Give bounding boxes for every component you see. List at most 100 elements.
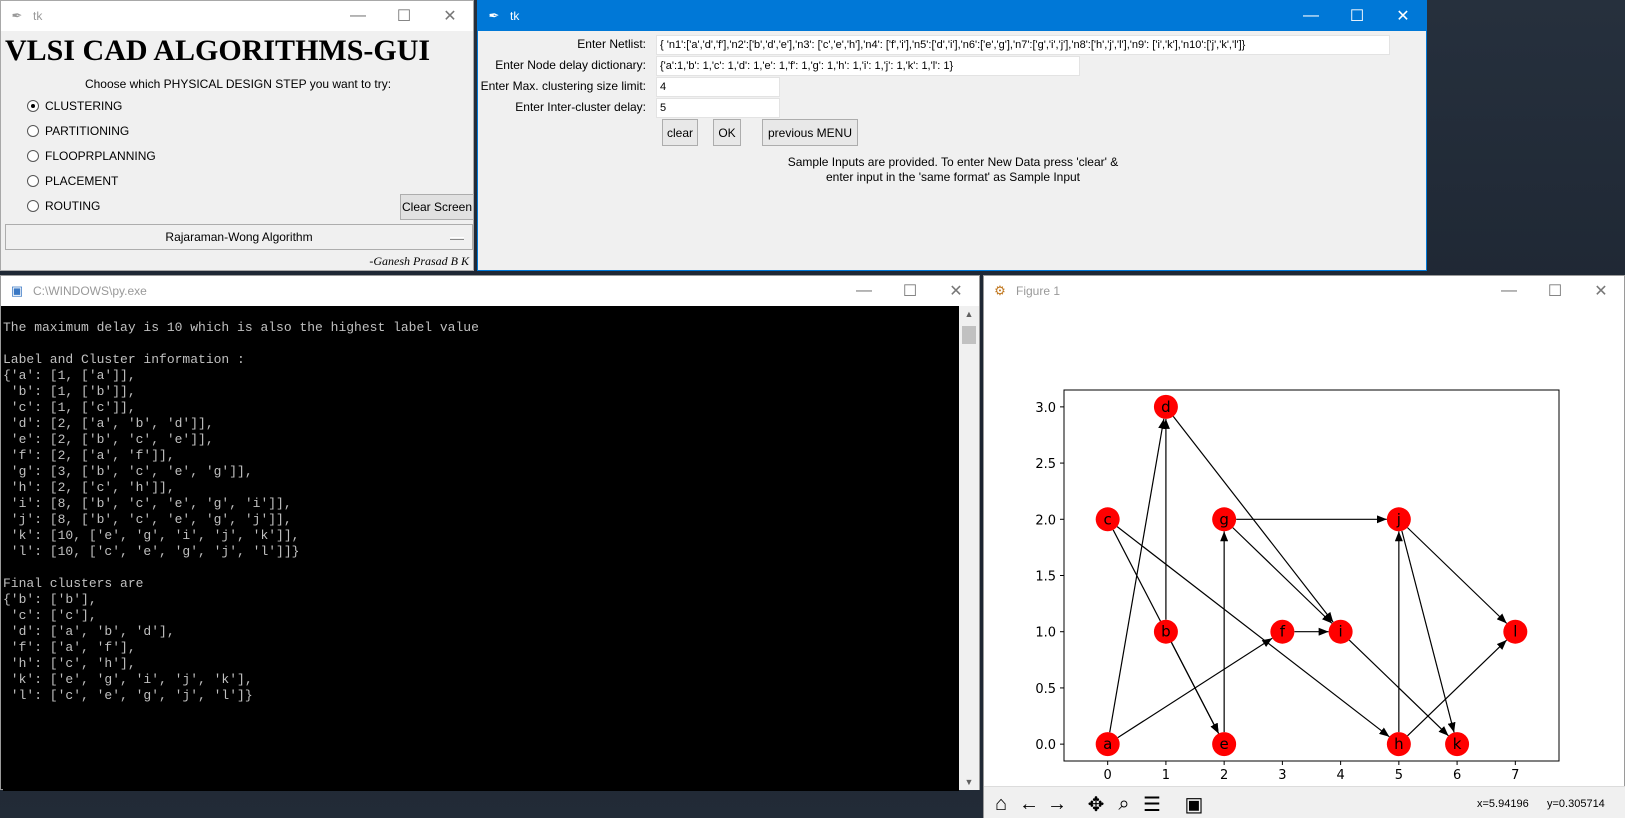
radio-unselected-icon[interactable] xyxy=(27,150,39,162)
graph-node-label: a xyxy=(1103,735,1112,753)
cluster-size-field[interactable] xyxy=(656,77,780,97)
app-heading: VLSI CAD ALGORITHMS-GUI xyxy=(5,34,431,67)
console-scrollbar[interactable]: ▲ ▼ xyxy=(959,306,979,790)
inter-cluster-delay-field[interactable] xyxy=(656,98,780,118)
clear-screen-button[interactable]: Clear Screen xyxy=(400,194,474,220)
forward-icon[interactable]: → xyxy=(1044,791,1070,817)
graph-node-label: k xyxy=(1453,735,1462,753)
maximize-button[interactable]: ☐ xyxy=(1334,1,1380,31)
netlist-label: Enter Netlist: xyxy=(577,37,646,51)
maximize-button[interactable]: ☐ xyxy=(1532,276,1578,306)
close-button[interactable]: ✕ xyxy=(1578,276,1624,306)
home-icon[interactable]: ⌂ xyxy=(988,791,1014,817)
delay-label: Enter Node delay dictionary: xyxy=(495,58,646,72)
console-line: 'l': [10, ['c', 'e', 'g', 'j', 'l']]} xyxy=(3,544,300,559)
console-line: 'd': ['a', 'b', 'd'], xyxy=(3,624,175,639)
radio-unselected-icon[interactable] xyxy=(27,125,39,137)
x-tick-label: 2 xyxy=(1220,768,1228,783)
close-button[interactable]: ✕ xyxy=(933,276,979,306)
scrollbar-thumb[interactable] xyxy=(962,326,976,344)
radio-label: PARTITIONING xyxy=(45,124,130,138)
back-icon[interactable]: ← xyxy=(1016,791,1042,817)
matplotlib-icon: ⚙ xyxy=(994,283,1006,298)
graph-node-label: b xyxy=(1161,623,1171,641)
console-line: Final clusters are xyxy=(3,576,144,591)
main-gui-title: tk xyxy=(33,9,43,23)
save-icon[interactable]: ▣ xyxy=(1181,791,1207,817)
minimize-button[interactable]: — xyxy=(1486,276,1532,306)
console-line: 'c': ['c'], xyxy=(3,608,97,623)
console-line: 'f': [2, ['a', 'f']], xyxy=(3,448,175,463)
maximize-button[interactable]: ☐ xyxy=(381,1,427,31)
console-output: The maximum delay is 10 which is also th… xyxy=(3,306,959,791)
pan-icon[interactable]: ✥ xyxy=(1083,791,1109,817)
y-tick-label: 0.0 xyxy=(1035,738,1056,753)
x-tick-label: 3 xyxy=(1278,768,1286,783)
delay-dictionary-field[interactable] xyxy=(656,56,1080,76)
radio-placement[interactable]: PLACEMENT xyxy=(27,174,118,188)
console-line: 'h': ['c', 'h'], xyxy=(3,656,136,671)
console-line: 'd': [2, ['a', 'b', 'd']], xyxy=(3,416,214,431)
console-line: 'h': [2, ['c', 'h']], xyxy=(3,480,175,495)
graph-node-label: f xyxy=(1280,623,1286,641)
cluster-size-label: Enter Max. clustering size limit: xyxy=(480,79,646,93)
algorithm-selected-label: Rajaraman-Wong Algorithm xyxy=(165,230,313,244)
option-menu-indicator-icon xyxy=(450,237,464,240)
scroll-down-icon[interactable]: ▼ xyxy=(959,774,979,790)
graph-node-label: i xyxy=(1339,623,1343,641)
feather-icon: ✒ xyxy=(488,8,500,23)
minimize-button[interactable]: — xyxy=(841,276,887,306)
graph-node-label: l xyxy=(1513,623,1517,641)
ok-button[interactable]: OK xyxy=(713,119,741,146)
graph-node-label: g xyxy=(1219,510,1229,528)
graph-node-label: d xyxy=(1161,398,1171,416)
python-icon: ▣ xyxy=(10,283,24,298)
clear-button[interactable]: clear xyxy=(662,119,698,146)
radio-unselected-icon[interactable] xyxy=(27,175,39,187)
console-line: 'g': [3, ['b', 'c', 'e', 'g']], xyxy=(3,464,253,479)
console-line: 'j': [8, ['b', 'c', 'e', 'g', 'j']], xyxy=(3,512,292,527)
x-tick-label: 6 xyxy=(1453,768,1461,783)
algorithm-option-menu[interactable]: Rajaraman-Wong Algorithm xyxy=(5,224,473,250)
scroll-up-icon[interactable]: ▲ xyxy=(959,306,979,322)
radio-clustering[interactable]: CLUSTERING xyxy=(27,99,122,113)
console-title: C:\WINDOWS\py.exe xyxy=(33,284,147,298)
radio-selected-icon[interactable] xyxy=(27,100,39,112)
netlist-label-cell: Enter Netlist: xyxy=(478,37,646,53)
radio-unselected-icon[interactable] xyxy=(27,200,39,212)
y-tick-label: 1.0 xyxy=(1035,626,1056,641)
console-titlebar[interactable]: ▣ C:\WINDOWS\py.exe — ☐ ✕ xyxy=(1,276,979,306)
main-gui-titlebar[interactable]: ✒ tk — ☐ ✕ xyxy=(1,1,473,31)
maximize-button[interactable]: ☐ xyxy=(887,276,933,306)
previous-menu-button[interactable]: previous MENU xyxy=(762,119,858,146)
console-line: Label and Cluster information : xyxy=(3,352,245,367)
subplots-icon[interactable]: ☰ xyxy=(1139,791,1165,817)
x-tick-label: 1 xyxy=(1162,768,1170,783)
input-form-titlebar[interactable]: ✒ tk — ☐ ✕ xyxy=(478,1,1426,31)
radio-label: CLUSTERING xyxy=(45,99,123,113)
console-line: 'k': ['e', 'g', 'i', 'j', 'k'], xyxy=(3,672,253,687)
radio-routing[interactable]: ROUTING xyxy=(27,199,100,213)
graph-plot[interactable]: 0 1 2 3 4 5 6 7 0.0 0.5 1.0 1.5 2.0 2.5 3.0 a b c d e f g h i j… xyxy=(984,306,1625,786)
radio-label: FLOOPRPLANNING xyxy=(45,149,156,163)
console-line: The maximum delay is 10 which is also th… xyxy=(3,320,479,335)
netlist-field[interactable] xyxy=(656,35,1390,55)
graph-edge xyxy=(1401,530,1456,733)
close-button[interactable]: ✕ xyxy=(1380,1,1426,31)
minimize-button[interactable]: — xyxy=(1288,1,1334,31)
close-button[interactable]: ✕ xyxy=(427,1,473,31)
radio-floorplanning[interactable]: FLOOPRPLANNING xyxy=(27,149,156,163)
y-tick-label: 3.0 xyxy=(1035,401,1056,416)
graph-node-label: c xyxy=(1104,510,1112,528)
main-gui-window: ✒ tk — ☐ ✕ VLSI CAD ALGORITHMS-GUI Choos… xyxy=(0,0,474,271)
input-form-title: tk xyxy=(510,9,520,23)
zoom-icon[interactable]: ⌕ xyxy=(1111,791,1137,817)
step-prompt: Choose which PHYSICAL DESIGN STEP you wa… xyxy=(84,77,392,91)
figure-titlebar[interactable]: ⚙ Figure 1 — ☐ ✕ xyxy=(984,276,1624,306)
radio-partitioning[interactable]: PARTITIONING xyxy=(27,124,129,138)
radio-label: ROUTING xyxy=(45,199,101,213)
cursor-y-readout: y=0.305714 xyxy=(1547,798,1605,810)
console-line: 'k': [10, ['e', 'g', 'i', 'j', 'k']], xyxy=(3,528,300,543)
minimize-button[interactable]: — xyxy=(335,1,381,31)
